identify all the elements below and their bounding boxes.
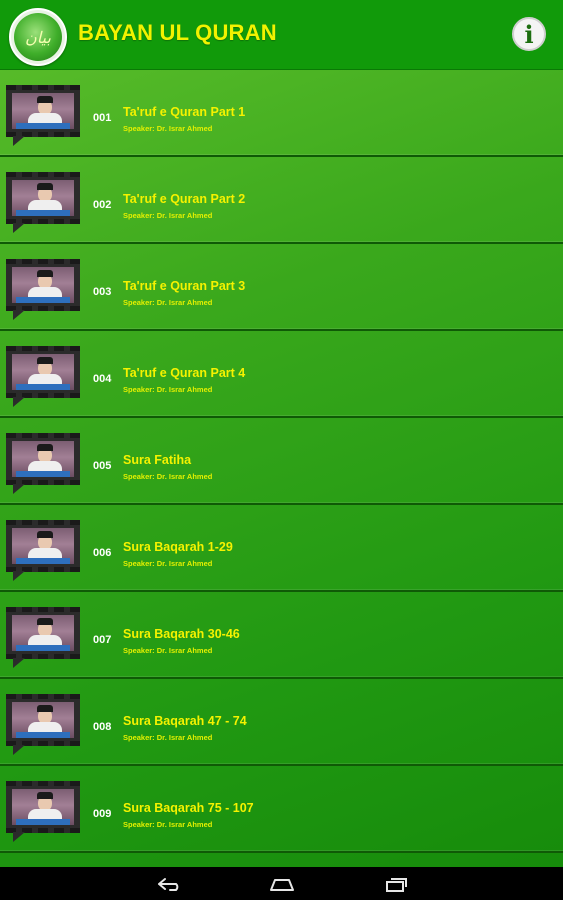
item-number: 007 <box>93 634 112 646</box>
speaker-cap <box>37 792 53 799</box>
item-speaker: Speaker: Dr. Israr Ahmed <box>123 385 213 394</box>
thumbnail-image <box>12 267 74 303</box>
speaker-cap <box>37 444 53 451</box>
back-button[interactable] <box>153 874 185 894</box>
video-thumbnail <box>6 694 80 755</box>
list-item[interactable]: 001 Ta'ruf e Quran Part 1 Speaker: Dr. I… <box>0 70 563 157</box>
list-item[interactable]: 009 Sura Baqarah 75 - 107 Speaker: Dr. I… <box>0 766 563 853</box>
app-bar: بیان BAYAN UL QURAN i <box>0 0 563 70</box>
item-speaker: Speaker: Dr. Israr Ahmed <box>123 298 213 307</box>
speaker-cap <box>37 183 53 190</box>
thumbnail-image <box>12 441 74 477</box>
speaker-cap <box>37 705 53 712</box>
video-thumbnail <box>6 520 80 581</box>
item-title: Sura Baqarah 47 - 74 <box>123 714 247 728</box>
desk <box>16 558 70 564</box>
list-item[interactable]: 008 Sura Baqarah 47 - 74 Speaker: Dr. Is… <box>0 679 563 766</box>
item-speaker: Speaker: Dr. Israr Ahmed <box>123 733 213 742</box>
item-number: 004 <box>93 373 112 385</box>
logo-emblem: بیان <box>14 13 62 61</box>
item-title: Ta'ruf e Quran Part 2 <box>123 192 246 206</box>
item-number: 009 <box>93 808 112 820</box>
item-number: 006 <box>93 547 112 559</box>
thumbnail-image <box>12 702 74 738</box>
desk <box>16 297 70 303</box>
list-item[interactable]: 002 Ta'ruf e Quran Part 2 Speaker: Dr. I… <box>0 157 563 244</box>
video-thumbnail <box>6 85 80 146</box>
thumbnail-image <box>12 354 74 390</box>
system-nav-bar <box>0 867 563 900</box>
desk <box>16 732 70 738</box>
list-item[interactable]: 006 Sura Baqarah 1-29 Speaker: Dr. Israr… <box>0 505 563 592</box>
item-speaker: Speaker: Dr. Israr Ahmed <box>123 820 213 829</box>
item-title: Ta'ruf e Quran Part 3 <box>123 279 246 293</box>
item-speaker: Speaker: Dr. Israr Ahmed <box>123 559 213 568</box>
thumbnail-image <box>12 180 74 216</box>
thumbnail-image <box>12 93 74 129</box>
speaker-cap <box>37 270 53 277</box>
item-number: 005 <box>93 460 112 472</box>
lecture-list[interactable]: 001 Ta'ruf e Quran Part 1 Speaker: Dr. I… <box>0 70 563 867</box>
desk <box>16 123 70 129</box>
item-speaker: Speaker: Dr. Israr Ahmed <box>123 124 213 133</box>
speaker-cap <box>37 531 53 538</box>
item-number: 002 <box>93 199 112 211</box>
desk <box>16 384 70 390</box>
list-item[interactable]: 007 Sura Baqarah 30-46 Speaker: Dr. Isra… <box>0 592 563 679</box>
desk <box>16 471 70 477</box>
item-number: 001 <box>93 112 112 124</box>
back-icon <box>158 878 179 891</box>
list-item[interactable]: 003 Ta'ruf e Quran Part 3 Speaker: Dr. I… <box>0 244 563 331</box>
speaker-cap <box>37 357 53 364</box>
item-number: 008 <box>93 721 112 733</box>
recents-icon <box>386 878 407 892</box>
item-title: Sura Fatiha <box>123 453 192 467</box>
info-icon: i <box>524 19 534 49</box>
item-title: Sura Baqarah 1-29 <box>123 540 233 554</box>
video-thumbnail <box>6 172 80 233</box>
thumbnail-image <box>12 528 74 564</box>
video-thumbnail <box>6 433 80 494</box>
video-thumbnail <box>6 607 80 668</box>
list-item[interactable]: 005 Sura Fatiha Speaker: Dr. Israr Ahmed <box>0 418 563 505</box>
recents-button[interactable] <box>380 874 412 894</box>
item-speaker: Speaker: Dr. Israr Ahmed <box>123 472 213 481</box>
list-item[interactable]: 004 Ta'ruf e Quran Part 4 Speaker: Dr. I… <box>0 331 563 418</box>
home-button[interactable] <box>266 874 298 894</box>
app-root: بیان BAYAN UL QURAN i 001 Ta'ruf e Quran… <box>0 0 563 900</box>
desk <box>16 645 70 651</box>
app-logo-icon[interactable]: بیان <box>9 8 67 66</box>
app-title: BAYAN UL QURAN <box>78 20 277 45</box>
video-thumbnail <box>6 781 80 842</box>
item-title: Sura Baqarah 75 - 107 <box>123 801 254 815</box>
video-thumbnail <box>6 259 80 320</box>
speaker-cap <box>37 618 53 625</box>
thumbnail-image <box>12 615 74 651</box>
info-button[interactable]: i <box>512 17 546 51</box>
item-title: Sura Baqarah 30-46 <box>123 627 240 641</box>
desk <box>16 819 70 825</box>
home-icon <box>270 879 294 891</box>
speaker-cap <box>37 96 53 103</box>
thumbnail-image <box>12 789 74 825</box>
item-title: Ta'ruf e Quran Part 4 <box>123 366 246 380</box>
video-thumbnail <box>6 346 80 407</box>
desk <box>16 210 70 216</box>
item-title: Ta'ruf e Quran Part 1 <box>123 105 246 119</box>
item-speaker: Speaker: Dr. Israr Ahmed <box>123 646 213 655</box>
item-number: 003 <box>93 286 112 298</box>
item-speaker: Speaker: Dr. Israr Ahmed <box>123 211 213 220</box>
